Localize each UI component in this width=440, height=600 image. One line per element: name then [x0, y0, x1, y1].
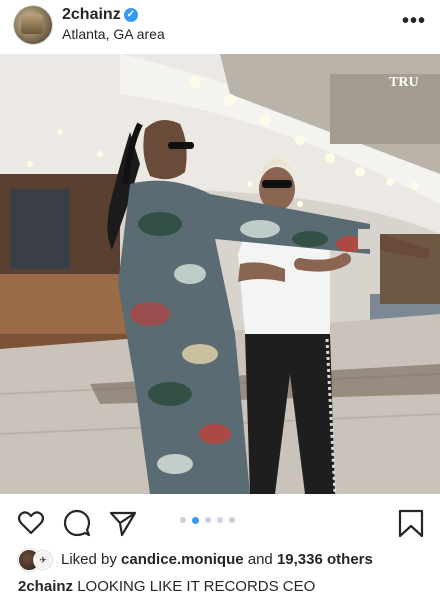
post-location[interactable]: Atlanta, GA area: [62, 26, 165, 42]
likes-middle: and: [247, 551, 273, 568]
post-username[interactable]: 2chainz: [62, 6, 121, 24]
carousel-dot-active: [192, 516, 199, 524]
photo-watermark: TRU: [389, 75, 419, 90]
more-options-icon[interactable]: •••: [402, 10, 426, 33]
likes-count[interactable]: 19,336 others: [277, 551, 373, 568]
comment-icon[interactable]: [62, 508, 92, 538]
carousel-dot: [205, 517, 211, 523]
post-caption: 2chainz LOOKING LIKE IT RECORDS CEO: [18, 578, 315, 595]
carousel-dot: [180, 517, 186, 523]
heart-icon[interactable]: [16, 508, 46, 538]
profile-avatar[interactable]: [13, 5, 53, 45]
carousel-dot: [217, 517, 223, 523]
carousel-dot: [229, 517, 235, 523]
verified-badge-icon: ✓: [124, 8, 138, 22]
likes-user[interactable]: candice.monique: [121, 551, 244, 568]
post-header: 2chainz ✓ Atlanta, GA area •••: [0, 0, 440, 52]
caption-text: LOOKING LIKE IT RECORDS CEO: [77, 578, 316, 595]
likes-summary[interactable]: Liked by candice.monique and 19,336 othe…: [61, 551, 373, 568]
likes-row: ✈ Liked by candice.monique and 19,336 ot…: [0, 548, 440, 574]
likes-prefix: Liked by: [61, 551, 117, 568]
share-icon[interactable]: [108, 508, 138, 538]
bookmark-icon[interactable]: [396, 508, 426, 538]
caption-username[interactable]: 2chainz: [18, 578, 73, 595]
post-photo[interactable]: TRU: [0, 54, 440, 494]
post-actions: [0, 500, 440, 540]
liker-avatar-2[interactable]: ✈: [34, 551, 52, 569]
